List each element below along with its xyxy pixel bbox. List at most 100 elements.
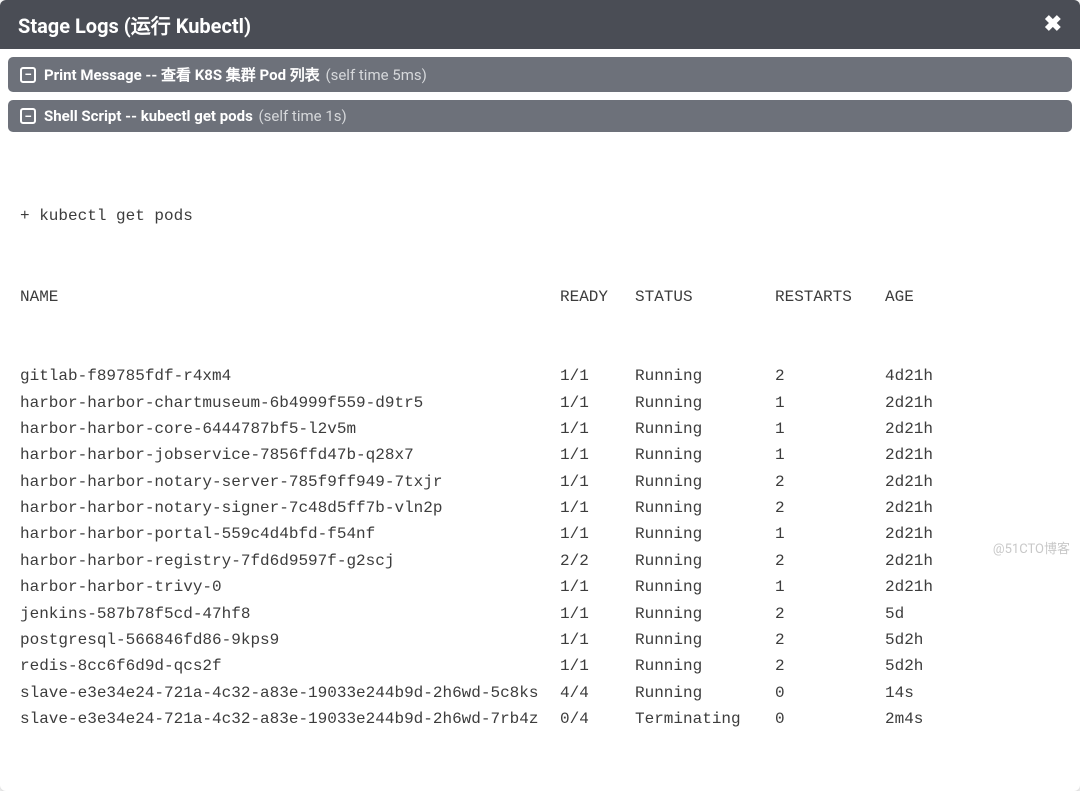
pod-name: harbor-harbor-notary-signer-7c48d5ff7b-v…: [20, 495, 560, 521]
pod-status: Running: [635, 390, 775, 416]
pod-ready: 1/1: [560, 574, 635, 600]
pod-name: slave-e3e34e24-721a-4c32-a83e-19033e244b…: [20, 706, 560, 732]
pod-restarts: 2: [775, 363, 885, 389]
collapse-icon: –: [20, 67, 36, 83]
pod-restarts: 1: [775, 442, 885, 468]
table-row: harbor-harbor-jobservice-7856ffd47b-q28x…: [20, 442, 1060, 468]
console-command: + kubectl get pods: [20, 203, 1060, 229]
stage-label: Shell Script -- kubectl get pods (self t…: [44, 107, 347, 125]
pod-status: Running: [635, 653, 775, 679]
pod-status: Running: [635, 601, 775, 627]
stage-print-message[interactable]: – Print Message -- 查看 K8S 集群 Pod 列表 (sel…: [8, 57, 1072, 92]
pod-name: slave-e3e34e24-721a-4c32-a83e-19033e244b…: [20, 680, 560, 706]
table-row: slave-e3e34e24-721a-4c32-a83e-19033e244b…: [20, 706, 1060, 732]
pod-restarts: 0: [775, 680, 885, 706]
pod-name: harbor-harbor-chartmuseum-6b4999f559-d9t…: [20, 390, 560, 416]
pod-name: jenkins-587b78f5cd-47hf8: [20, 601, 560, 627]
stage-shell-script[interactable]: – Shell Script -- kubectl get pods (self…: [8, 100, 1072, 132]
pod-name: gitlab-f89785fdf-r4xm4: [20, 363, 560, 389]
table-header-row: NAME READY STATUS RESTARTS AGE: [20, 284, 1060, 310]
pod-ready: 2/2: [560, 548, 635, 574]
pod-ready: 1/1: [560, 469, 635, 495]
pod-ready: 1/1: [560, 521, 635, 547]
pod-status: Running: [635, 574, 775, 600]
pod-restarts: 1: [775, 416, 885, 442]
pod-age: 2d21h: [885, 416, 1060, 442]
pod-ready: 1/1: [560, 601, 635, 627]
pod-status: Running: [635, 627, 775, 653]
pod-restarts: 2: [775, 469, 885, 495]
pod-restarts: 0: [775, 706, 885, 732]
table-row: postgresql-566846fd86-9kps91/1Running25d…: [20, 627, 1060, 653]
pod-status: Running: [635, 495, 775, 521]
col-header-age: AGE: [885, 284, 1060, 310]
pod-restarts: 2: [775, 601, 885, 627]
pod-status: Running: [635, 680, 775, 706]
table-row: gitlab-f89785fdf-r4xm41/1Running24d21h: [20, 363, 1060, 389]
pod-status: Running: [635, 416, 775, 442]
modal-header: Stage Logs (运行 Kubectl) ✖: [0, 0, 1080, 49]
pod-name: harbor-harbor-trivy-0: [20, 574, 560, 600]
pod-restarts: 2: [775, 653, 885, 679]
table-row: harbor-harbor-registry-7fd6d9597f-g2scj2…: [20, 548, 1060, 574]
pod-ready: 1/1: [560, 442, 635, 468]
pod-ready: 1/1: [560, 390, 635, 416]
table-row: jenkins-587b78f5cd-47hf81/1Running25d: [20, 601, 1060, 627]
pod-age: 2d21h: [885, 469, 1060, 495]
table-row: redis-8cc6f6d9d-qcs2f1/1Running25d2h: [20, 653, 1060, 679]
pod-name: harbor-harbor-core-6444787bf5-l2v5m: [20, 416, 560, 442]
pod-ready: 1/1: [560, 363, 635, 389]
pod-age: 2m4s: [885, 706, 1060, 732]
pod-restarts: 1: [775, 390, 885, 416]
pod-name: redis-8cc6f6d9d-qcs2f: [20, 653, 560, 679]
watermark: @51CTO博客: [993, 538, 1070, 557]
pod-status: Running: [635, 521, 775, 547]
pod-age: 2d21h: [885, 574, 1060, 600]
col-header-restarts: RESTARTS: [775, 284, 885, 310]
close-icon[interactable]: ✖: [1044, 14, 1062, 36]
collapse-icon: –: [20, 108, 36, 124]
table-row: harbor-harbor-core-6444787bf5-l2v5m1/1Ru…: [20, 416, 1060, 442]
pod-restarts: 1: [775, 521, 885, 547]
stage-label: Print Message -- 查看 K8S 集群 Pod 列表 (self …: [44, 64, 427, 85]
pod-restarts: 2: [775, 627, 885, 653]
pod-restarts: 2: [775, 495, 885, 521]
pod-name: harbor-harbor-notary-server-785f9ff949-7…: [20, 469, 560, 495]
pod-status: Running: [635, 469, 775, 495]
table-body: gitlab-f89785fdf-r4xm41/1Running24d21hha…: [20, 363, 1060, 732]
table-row: harbor-harbor-portal-559c4d4bfd-f54nf1/1…: [20, 521, 1060, 547]
pod-name: harbor-harbor-portal-559c4d4bfd-f54nf: [20, 521, 560, 547]
pod-ready: 1/1: [560, 627, 635, 653]
pod-restarts: 1: [775, 574, 885, 600]
table-row: slave-e3e34e24-721a-4c32-a83e-19033e244b…: [20, 680, 1060, 706]
col-header-ready: READY: [560, 284, 635, 310]
pod-age: 5d2h: [885, 627, 1060, 653]
table-row: harbor-harbor-notary-server-785f9ff949-7…: [20, 469, 1060, 495]
pod-restarts: 2: [775, 548, 885, 574]
pod-status: Running: [635, 442, 775, 468]
stage-logs-modal: Stage Logs (运行 Kubectl) ✖ – Print Messag…: [0, 0, 1080, 791]
pod-ready: 1/1: [560, 416, 635, 442]
pod-ready: 1/1: [560, 495, 635, 521]
pod-age: 2d21h: [885, 390, 1060, 416]
col-header-status: STATUS: [635, 284, 775, 310]
pod-name: harbor-harbor-registry-7fd6d9597f-g2scj: [20, 548, 560, 574]
table-row: harbor-harbor-chartmuseum-6b4999f559-d9t…: [20, 390, 1060, 416]
pod-age: 5d2h: [885, 653, 1060, 679]
pod-age: 5d: [885, 601, 1060, 627]
pod-name: postgresql-566846fd86-9kps9: [20, 627, 560, 653]
console-output: + kubectl get pods NAME READY STATUS RES…: [0, 132, 1080, 791]
table-row: harbor-harbor-notary-signer-7c48d5ff7b-v…: [20, 495, 1060, 521]
pod-ready: 4/4: [560, 680, 635, 706]
pod-name: harbor-harbor-jobservice-7856ffd47b-q28x…: [20, 442, 560, 468]
col-header-name: NAME: [20, 284, 560, 310]
pod-status: Terminating: [635, 706, 775, 732]
pod-age: 4d21h: [885, 363, 1060, 389]
pod-status: Running: [635, 548, 775, 574]
pod-ready: 1/1: [560, 653, 635, 679]
table-row: harbor-harbor-trivy-01/1Running12d21h: [20, 574, 1060, 600]
pod-age: 2d21h: [885, 442, 1060, 468]
modal-title: Stage Logs (运行 Kubectl): [18, 10, 251, 39]
pod-ready: 0/4: [560, 706, 635, 732]
pod-age: 2d21h: [885, 495, 1060, 521]
